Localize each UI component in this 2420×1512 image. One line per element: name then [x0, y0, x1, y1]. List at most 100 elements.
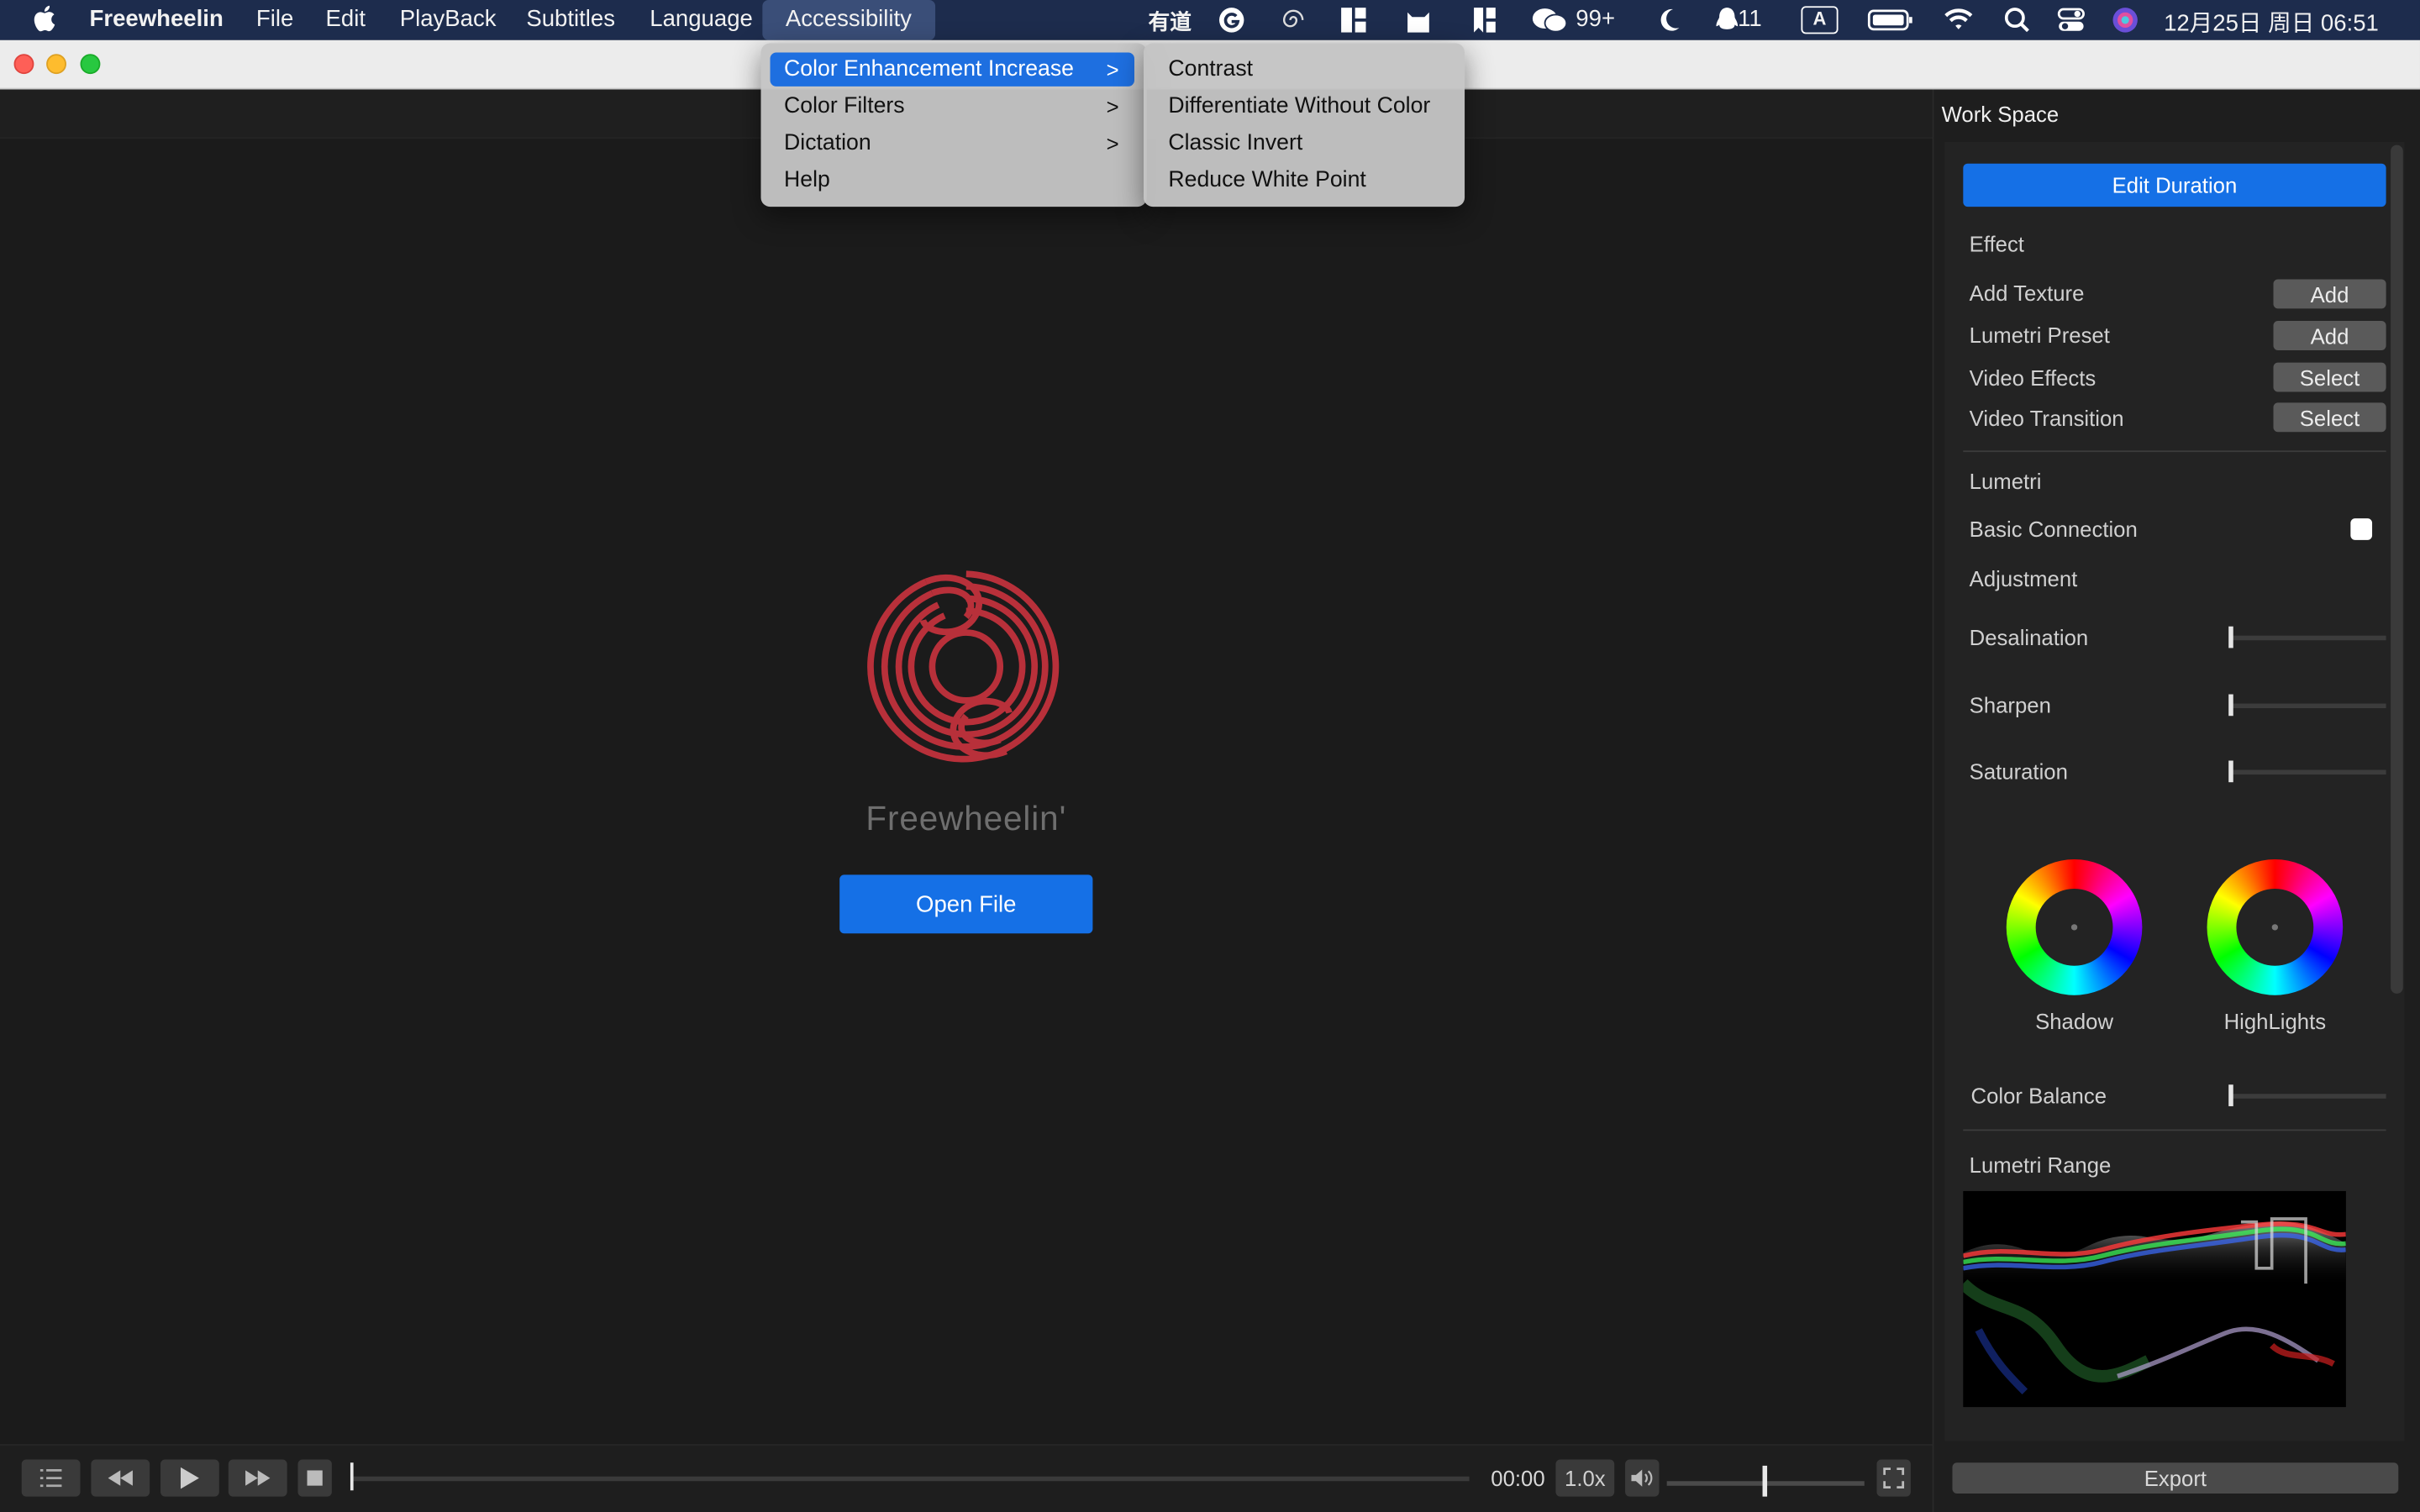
menu-item-help[interactable]: Help [771, 164, 1134, 197]
add-texture-label: Add Texture [1969, 281, 2085, 306]
app-name-label: Freewheelin' [865, 799, 1067, 838]
qq-badge: 11 [1738, 6, 1762, 33]
menu-playback[interactable]: PlayBack [400, 6, 497, 32]
highlights-wheel-center[interactable] [2271, 924, 2279, 931]
menu-item-color-enhancement[interactable]: Color Enhancement Increase > [770, 52, 1134, 87]
workspace-title: Work Space [1941, 102, 2060, 127]
wechat-badge: 99+ [1576, 6, 1616, 33]
layout-icon[interactable] [1339, 6, 1367, 34]
youdao-status[interactable]: 有道 [1149, 6, 1192, 37]
color-balance-slider[interactable] [2231, 1094, 2386, 1099]
menu-file[interactable]: File [256, 6, 293, 32]
open-file-button[interactable]: Open File [839, 874, 1093, 934]
cat-icon[interactable] [1404, 6, 1432, 34]
volume-knob[interactable] [1762, 1465, 1768, 1497]
app-window: Freewheelin File Edit PlayBack Subtitles… [0, 0, 2420, 1512]
color-balance-label: Color Balance [1970, 1083, 2107, 1108]
menu-item-color-filters[interactable]: Color Filters > [771, 90, 1134, 123]
submenu-item-contrast[interactable]: Contrast [1168, 57, 1253, 81]
menu-app-name[interactable]: Freewheelin [90, 6, 224, 32]
menu-item-dictation[interactable]: Dictation > [771, 127, 1134, 160]
add-texture-button[interactable]: Add [2273, 279, 2386, 309]
siri-icon[interactable] [2112, 6, 2139, 34]
spiral-icon[interactable] [1280, 6, 1307, 34]
menu-subtitles[interactable]: Subtitles [526, 6, 615, 32]
export-button[interactable]: Export [1952, 1462, 2399, 1494]
moon-icon[interactable] [1655, 6, 1682, 34]
fast-forward-button[interactable] [228, 1459, 287, 1497]
submenu-item-classic-invert[interactable]: Classic Invert [1168, 131, 1302, 155]
wechat-icon[interactable] [1531, 6, 1568, 34]
edit-duration-button[interactable]: Edit Duration [1963, 163, 2386, 207]
basic-connection-label: Basic Connection [1969, 517, 2138, 542]
menu-language[interactable]: Language [650, 6, 753, 32]
saturation-slider[interactable] [2231, 769, 2386, 775]
menu-item-label: Color Enhancement Increase [784, 56, 1075, 82]
stop-button[interactable] [297, 1459, 332, 1497]
input-method-indicator[interactable]: A [1801, 6, 1839, 34]
color-enhancement-submenu: Contrast Differentiate Without Color Cla… [1144, 43, 1465, 207]
saturation-knob[interactable] [2228, 760, 2233, 783]
wifi-icon[interactable] [1943, 6, 1974, 34]
apple-icon[interactable] [31, 5, 55, 33]
zoom-window-button[interactable] [80, 54, 101, 75]
panel-scrollbar[interactable] [2391, 144, 2403, 994]
fullscreen-icon [1883, 1467, 1905, 1488]
speaker-icon [1631, 1469, 1653, 1487]
video-canvas[interactable] [0, 139, 1933, 1445]
fast-forward-icon [245, 1470, 271, 1486]
video-transition-label: Video Transition [1969, 406, 2124, 431]
submenu-item-reduce-white-point[interactable]: Reduce White Point [1168, 168, 1365, 192]
menu-edit[interactable]: Edit [326, 6, 366, 32]
video-transition-button[interactable]: Select [2273, 402, 2386, 433]
battery-icon[interactable] [1867, 6, 1913, 34]
sharpen-slider[interactable] [2231, 703, 2386, 709]
waveform-scope-image [1963, 1190, 2346, 1408]
menu-item-label: Color Filters [784, 94, 905, 119]
color-balance-knob[interactable] [2228, 1084, 2233, 1106]
sharpen-knob[interactable] [2228, 694, 2233, 717]
grammarly-icon[interactable] [1218, 6, 1245, 34]
play-button[interactable] [160, 1459, 219, 1497]
chevron-right-icon: > [1106, 131, 1119, 156]
divider [1963, 450, 2386, 453]
control-center-icon[interactable] [2057, 6, 2085, 34]
highlights-label: HighLights [2223, 1009, 2327, 1034]
close-window-button[interactable] [13, 54, 34, 75]
clock[interactable]: 12月25日 周日 06:51 [2164, 6, 2379, 39]
freewheelin-logo [867, 570, 1060, 763]
current-time: 00:00 [1491, 1465, 1545, 1491]
desalination-knob[interactable] [2228, 626, 2233, 648]
lumetri-preset-button[interactable]: Add [2273, 321, 2386, 350]
menu-item-label: Help [784, 168, 830, 193]
lumetri-range-label: Lumetri Range [1969, 1152, 2112, 1178]
menu-accessibility[interactable]: Accessibility [762, 0, 935, 40]
rewind-button[interactable] [91, 1459, 150, 1497]
qq-icon[interactable] [1713, 6, 1741, 34]
chevron-right-icon: > [1106, 56, 1119, 82]
basic-connection-checkbox[interactable] [2350, 518, 2373, 540]
mute-button[interactable] [1625, 1459, 1660, 1497]
effect-heading: Effect [1969, 231, 2024, 256]
timeline-track[interactable] [351, 1476, 1470, 1482]
lumetri-preset-label: Lumetri Preset [1969, 322, 2110, 348]
playback-speed-button[interactable]: 1.0x [1555, 1459, 1615, 1497]
play-icon [180, 1467, 199, 1489]
adjustment-heading: Adjustment [1969, 566, 2078, 591]
minimize-window-button[interactable] [46, 54, 66, 75]
video-effects-button[interactable]: Select [2273, 362, 2386, 392]
lumetri-heading: Lumetri [1969, 469, 2042, 494]
shadow-label: Shadow [2035, 1009, 2114, 1034]
saturation-label: Saturation [1969, 759, 2068, 785]
submenu-item-differentiate-without-color[interactable]: Differentiate Without Color [1168, 94, 1430, 118]
menu-item-label: Dictation [784, 131, 871, 156]
accessibility-menu: Color Enhancement Increase > Color Filte… [760, 43, 1147, 207]
shadow-wheel-center[interactable] [2070, 924, 2078, 931]
video-effects-label: Video Effects [1969, 365, 2096, 391]
desalination-slider[interactable] [2231, 635, 2386, 641]
bookmark-grid-icon[interactable] [1470, 6, 1498, 34]
search-icon[interactable] [2003, 6, 2031, 34]
fullscreen-button[interactable] [1876, 1459, 1911, 1497]
timeline-playhead[interactable] [350, 1462, 354, 1491]
playlist-button[interactable] [21, 1459, 81, 1497]
